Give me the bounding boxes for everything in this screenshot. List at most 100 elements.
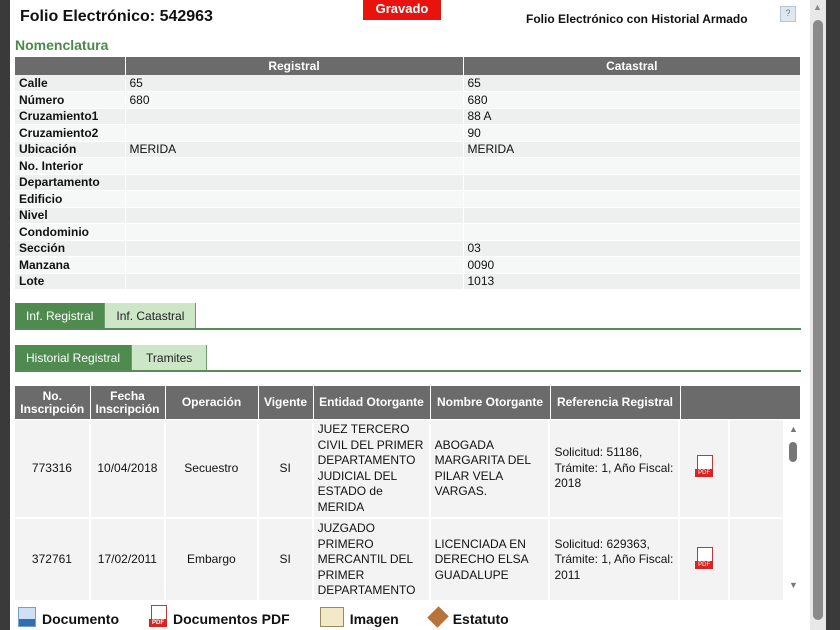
field-label: Ubicación [15,141,126,158]
cell: ABOGADA MARGARITA DEL PILAR VELA VARGAS. [429,420,551,519]
nomenclatura-row: Condominio [15,223,801,241]
history-tabs: Historial Registral Tramites [15,345,801,372]
field-value: 680 [463,91,801,109]
field-value: 90 [463,124,801,142]
section-title: Nomenclatura [15,37,109,53]
col-header: Referencia Registral [550,386,681,419]
field-value: MERIDA [125,141,464,158]
field-value [125,174,464,191]
col-header [680,386,801,419]
history-grid-header: No. Inscripción Fecha Inscripción Operac… [15,386,801,419]
tab-inf-registral[interactable]: Inf. Registral [15,303,106,328]
field-value [125,273,464,290]
tab-historial-registral[interactable]: Historial Registral [15,345,133,370]
imagen-label: Imagen [349,611,399,627]
nomenclatura-row: Manzana 0090 [15,256,801,274]
nomenclatura-row: Sección 03 [15,240,801,257]
status-badge: Gravado [363,0,441,20]
field-value: 65 [463,75,801,92]
cell: LICENCIADA EN DERECHO ELSA GUADALUPE [429,518,551,600]
field-value [125,190,464,208]
cell: JUZGADO PRIMERO MERCANTIL DEL PRIMER DEP… [312,518,431,600]
cell: SI [257,518,314,600]
nomenclatura-row: Número 680 680 [15,91,801,109]
col-header: Entidad Otorgante [313,386,431,419]
nomenclatura-row: No. Interior [15,157,801,175]
field-value [463,190,801,208]
documentos-pdf-label: Documentos PDF [173,611,290,627]
field-value [125,108,464,125]
field-value: 88 A [463,108,801,125]
history-grid-body[interactable]: 773316 10/04/2018 Secuestro SI JUEZ TERCERO … [15,420,801,600]
field-value [125,256,464,274]
tab-tramites[interactable]: Tramites [132,345,208,370]
pdf-icon[interactable] [695,546,714,569]
page-scrollbar[interactable]: ▲ [810,0,826,630]
nomenclatura-row: Edificio [15,190,801,208]
col-header: Catastral [463,57,801,75]
nomenclatura-row: Cruzamiento1 88 A [15,108,801,125]
field-label: Nivel [15,207,126,224]
field-value [463,174,801,191]
field-value [125,240,464,257]
cell: Solicitud: 51186, Trámite: 1, Año Fiscal… [549,420,681,519]
nomenclatura-row: Lote 1013 [15,273,801,290]
table-row[interactable]: 372761 17/02/2011 Embargo SI JUZGADO PRIMERO… [15,518,785,600]
field-value: 0090 [463,256,801,274]
field-value: 1013 [463,273,801,290]
nomenclatura-row: Departamento [15,174,801,191]
field-value [463,223,801,241]
grid-scrollbar[interactable]: ▲ ▼ [785,420,801,600]
field-label: No. Interior [15,157,126,175]
pdf-icon [149,605,167,627]
tab-inf-catastral[interactable]: Inf. Catastral [105,303,197,328]
pdf-cell [679,420,731,519]
nomenclatura-row: Ubicación MERIDA MERIDA [15,141,801,158]
cell: SI [257,420,314,519]
cell: Embargo [164,518,259,600]
cell: Secuestro [164,420,259,519]
statute-book-icon [426,606,449,628]
documento-label: Documento [42,611,119,627]
field-value [463,207,801,224]
field-label: Edificio [15,190,126,208]
cell: Solicitud: 629363, Trámite: 1, Año Fisca… [549,518,681,600]
field-value [125,157,464,175]
cell: 372761 [15,518,91,600]
book-icon [319,607,344,627]
col-header: Nombre Otorgante [430,386,551,419]
documentos-pdf-button[interactable]: Documentos PDF [149,605,290,627]
info-tabs: Inf. Registral Inf. Catastral [15,303,801,330]
field-value: 65 [125,75,464,92]
field-label: Manzana [15,256,126,274]
estatuto-label: Estatuto [452,611,509,627]
nomenclatura-row: Calle 65 65 [15,75,801,92]
imagen-button[interactable]: Imagen [319,607,399,627]
empty-cell [729,518,785,600]
nomenclatura-table: Registral Catastral Calle 65 65 Número 680 68… [15,57,801,290]
field-label: Cruzamiento2 [15,124,126,142]
field-value [125,223,464,241]
documento-button[interactable]: Documento [18,607,119,627]
field-value: 03 [463,240,801,257]
field-label: Número [15,91,126,109]
footer-actions: Documento Documentos PDF Imagen Estatuto [18,605,509,628]
cell: JUEZ TERCERO CIVIL DEL PRIMER DEPARTAMEN… [312,420,431,519]
pdf-icon[interactable] [695,455,714,478]
field-label: Cruzamiento1 [15,108,126,125]
history-label: Folio Electrónico con Historial Armado [526,12,748,26]
nomenclatura-row: Nivel [15,207,801,224]
nomenclatura-row: Cruzamiento2 90 [15,124,801,142]
cell: 773316 [15,420,91,519]
field-label: Departamento [15,174,126,191]
table-row[interactable]: 773316 10/04/2018 Secuestro SI JUEZ TERCERO … [15,420,785,519]
col-header: Vigente [258,386,314,419]
cell: 17/02/2011 [89,518,166,600]
help-icon[interactable]: ? [780,6,796,22]
col-header: Registral [125,57,464,75]
estatuto-button[interactable]: Estatuto [426,606,509,628]
col-header [15,57,126,75]
col-header: No. Inscripción [15,386,91,419]
cell: 10/04/2018 [89,420,166,519]
field-label: Lote [15,273,126,290]
